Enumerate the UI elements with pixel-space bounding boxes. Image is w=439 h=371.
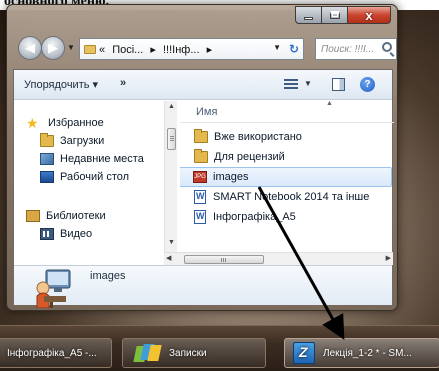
address-row: ◀ ▶ ▼ « Посі... ▸ !!!Інф... ▸ ▼ ↻ Поиск:… [15, 36, 397, 62]
maximize-button[interactable] [321, 6, 347, 24]
explorer-window: x ◀ ▶ ▼ « Посі... ▸ !!!Інф... ▸ ▼ ↻ Поис… [6, 4, 398, 311]
taskbar-button-label: Інфографіка_А5 -... [7, 347, 97, 359]
organize-button[interactable]: Упорядочить ▾ [24, 78, 98, 91]
nav-item-label: Недавние места [60, 153, 144, 165]
close-icon: x [365, 7, 373, 23]
horizontal-scrollbar[interactable]: ◀ ▶ [164, 252, 393, 265]
nav-scrollbar[interactable]: ▲ ▼ [164, 101, 177, 252]
smart-notebook-icon [293, 342, 315, 364]
back-arrow-icon: ◀ [25, 40, 35, 55]
breadcrumb-overflow[interactable]: « [99, 44, 105, 56]
scroll-left-icon[interactable]: ◀ [166, 254, 171, 262]
navigation-pane: ★ Избранное Загрузки Недавние места Рабо… [14, 101, 164, 252]
breadcrumb: « Посі... ▸ !!!Інф... ▸ [99, 43, 216, 56]
downloads-folder-icon [40, 133, 54, 147]
video-library-icon [40, 228, 54, 240]
list-item-selected[interactable]: JPG images [180, 167, 392, 187]
column-header-name[interactable]: Имя [196, 106, 217, 118]
nav-item-downloads[interactable]: Загрузки [40, 133, 104, 149]
list-item[interactable]: Вже використано [180, 127, 394, 147]
folder-icon [194, 129, 208, 143]
preview-pane-icon[interactable] [332, 78, 345, 91]
list-item[interactable]: Інфографіка_А5 [180, 207, 394, 227]
column-header: ▲ Имя [180, 101, 394, 123]
close-button[interactable]: x [347, 6, 391, 24]
word-doc-icon [194, 190, 206, 204]
window-controls: x [295, 6, 391, 24]
search-icon[interactable] [382, 42, 392, 52]
sort-ascending-icon: ▲ [326, 101, 333, 107]
image-thumbnail [36, 269, 71, 308]
scroll-right-icon[interactable]: ▶ [386, 254, 391, 262]
forward-arrow-icon: ▶ [48, 40, 58, 55]
nav-item-video[interactable]: Видео [40, 226, 92, 242]
star-icon: ★ [26, 115, 39, 131]
nav-item-desktop[interactable]: Рабочий стол [40, 169, 129, 185]
taskbar-button-label: Записки [169, 347, 207, 359]
taskbar-button-smart-notebook[interactable]: Лекція_1-2 * - SM... [284, 338, 439, 368]
more-commands-button[interactable]: » [120, 77, 126, 89]
minimize-button[interactable] [295, 6, 321, 24]
address-dropdown-icon[interactable]: ▼ [273, 43, 281, 52]
help-icon[interactable]: ? [360, 77, 375, 92]
word-doc-icon [194, 210, 206, 224]
recent-places-icon [40, 153, 54, 165]
nav-item-label: Библиотеки [46, 210, 106, 222]
desktop-icon [40, 171, 54, 183]
image-file-icon: JPG [193, 171, 207, 183]
details-pane: images [14, 265, 392, 308]
list-item-label: Вже використано [214, 131, 302, 143]
folder-icon [194, 149, 208, 163]
nav-item-favorites[interactable]: ★ Избранное [26, 115, 104, 131]
list-item-label: SMART Notebook 2014 та інше [213, 191, 370, 203]
nav-item-libraries[interactable]: Библиотеки [26, 208, 106, 224]
taskbar-button-label: Лекція_1-2 * - SM... [323, 347, 412, 359]
title-bar[interactable]: x [7, 5, 397, 31]
sticky-notes-icon [133, 343, 162, 363]
taskbar: Інфографіка_А5 -... Записки Лекція_1-2 *… [0, 325, 439, 371]
nav-item-label: Загрузки [60, 135, 105, 147]
list-item-label: images [213, 171, 249, 183]
taskbar-button-sticky-notes[interactable]: Записки [122, 338, 266, 368]
search-placeholder: Поиск: !!!I... [321, 43, 375, 55]
list-item[interactable]: SMART Notebook 2014 та інше [180, 187, 394, 207]
breadcrumb-item[interactable]: !!!Інф... [163, 44, 200, 56]
recent-pages-dropdown[interactable]: ▼ [67, 43, 75, 52]
scroll-thumb[interactable] [167, 128, 176, 150]
file-list: ▲ Имя Вже використано Для рецензий JPG i… [180, 101, 394, 252]
scroll-thumb[interactable] [184, 255, 264, 264]
address-bar[interactable]: « Посі... ▸ !!!Інф... ▸ ▼ ↻ [79, 38, 304, 60]
forward-button[interactable]: ▶ [41, 36, 65, 60]
maximize-icon [329, 11, 340, 19]
search-input[interactable]: Поиск: !!!I... [315, 38, 397, 60]
back-button[interactable]: ◀ [18, 36, 42, 60]
scroll-down-icon[interactable]: ▼ [168, 239, 175, 246]
nav-item-recent-places[interactable]: Недавние места [40, 151, 144, 167]
details-file-name: images [90, 270, 126, 282]
list-item[interactable]: Для рецензий [180, 147, 394, 167]
minimize-icon [304, 17, 313, 20]
refresh-icon[interactable]: ↻ [289, 42, 299, 56]
view-dropdown-icon[interactable]: ▼ [304, 79, 312, 88]
breadcrumb-separator[interactable]: ▸ [207, 44, 213, 56]
folder-icon [84, 44, 96, 54]
nav-item-label: Видео [60, 228, 93, 240]
breadcrumb-item[interactable]: Посі... [112, 44, 143, 56]
command-bar: Упорядочить ▾ » ▼ ? [14, 70, 392, 100]
nav-item-label: Рабочий стол [60, 171, 130, 183]
taskbar-button-word-document[interactable]: Інфографіка_А5 -... [0, 338, 112, 368]
libraries-icon [26, 210, 40, 222]
nav-item-label: Избранное [48, 117, 104, 129]
breadcrumb-separator[interactable]: ▸ [150, 44, 156, 56]
scroll-up-icon[interactable]: ▲ [168, 103, 175, 110]
list-item-label: Для рецензий [214, 151, 285, 163]
list-item-label: Інфографіка_А5 [213, 211, 296, 223]
change-view-icon[interactable] [284, 79, 298, 91]
content-pane: Упорядочить ▾ » ▼ ? ★ Избранное Загрузки… [13, 69, 394, 308]
